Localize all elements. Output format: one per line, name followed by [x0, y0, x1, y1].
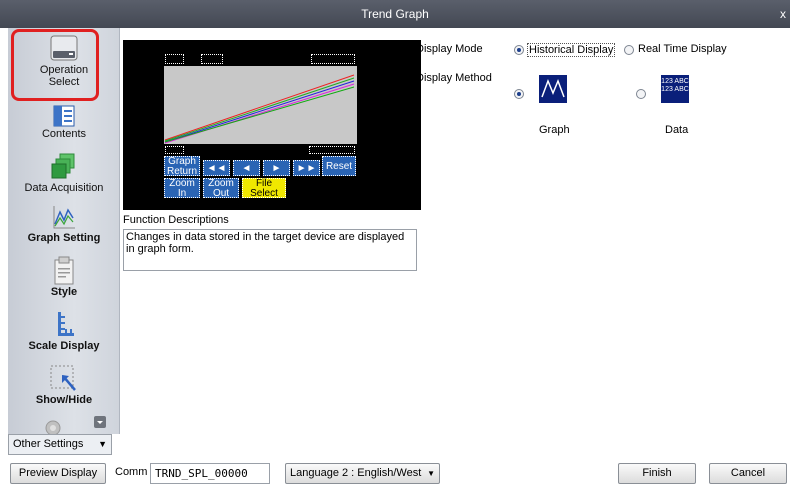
forward-fast-button[interactable]: ►► — [293, 160, 320, 176]
sidebar-item-label: Show/Hide — [35, 394, 93, 406]
footer-bar: Preview Display Comm TRND_SPL_00000 Lang… — [0, 456, 790, 488]
sidebar-item-scale-display[interactable]: Scale Display — [8, 310, 119, 352]
sidebar-item-style[interactable]: Style — [8, 256, 119, 298]
language-dropdown[interactable]: Language 2 : English/West ▼ — [285, 463, 440, 484]
rewind-fast-button[interactable]: ◄◄ — [203, 160, 230, 176]
data-icon-text: 123 ABC — [661, 86, 689, 93]
other-settings-label: Other Settings — [13, 438, 84, 450]
button-label: Select — [250, 188, 278, 199]
real-time-display-label[interactable]: Real Time Display — [638, 43, 727, 55]
sidebar-item-label: Scale Display — [28, 340, 100, 352]
sidebar-item-label: Data Acquisition — [24, 182, 104, 194]
scroll-down-button[interactable] — [94, 416, 106, 428]
gear-icon — [45, 420, 61, 434]
trend-graph-dialog: Trend Graph x Operation Select Contents — [0, 0, 790, 488]
scale-display-icon — [58, 312, 74, 336]
preview-placeholder — [309, 146, 355, 154]
close-button[interactable]: x — [780, 0, 786, 28]
sidebar-item-contents[interactable]: Contents — [8, 104, 119, 140]
forward-button[interactable]: ► — [263, 160, 290, 176]
sidebar-item-show-hide[interactable]: Show/Hide — [8, 364, 119, 406]
data-method-caption: Data — [665, 124, 689, 136]
button-label: Out — [212, 188, 230, 199]
function-descriptions-label: Function Descriptions — [123, 214, 229, 226]
contents-icon — [53, 105, 75, 127]
button-label: Return — [166, 166, 197, 177]
function-descriptions-text: Changes in data stored in the target dev… — [123, 229, 417, 271]
sidebar: Operation Select Contents Data Acquisiti… — [8, 28, 120, 434]
graph-method-caption: Graph — [539, 124, 570, 136]
zoom-in-button[interactable]: Zoom In — [164, 178, 200, 199]
preview-display-button[interactable]: Preview Display — [10, 463, 106, 484]
chevron-down-icon: ▼ — [98, 439, 107, 449]
graph-method-radio[interactable] — [514, 89, 524, 99]
sidebar-item-graph-setting[interactable]: Graph Setting — [8, 204, 119, 244]
data-method-radio[interactable] — [636, 89, 646, 99]
display-mode-label: Display Mode — [416, 43, 483, 55]
finish-button[interactable]: Finish — [618, 463, 696, 484]
preview-placeholder — [165, 54, 184, 64]
button-label: In — [177, 188, 187, 199]
historical-display-label[interactable]: Historical Display — [527, 43, 616, 57]
real-time-display-radio[interactable] — [624, 45, 634, 55]
comm-field[interactable]: TRND_SPL_00000 — [150, 463, 270, 484]
data-method-icon[interactable]: 123 ABC 123 ABC — [661, 75, 689, 103]
style-icon — [54, 256, 74, 285]
comm-label: Comm — [115, 466, 148, 478]
historical-display-radio[interactable] — [514, 45, 524, 55]
main-panel: Graph Return ◄◄ ◄ ► ►► Reset Zoom In Zoo… — [120, 28, 790, 456]
data-icon-text: 123 ABC — [661, 78, 689, 85]
graph-setting-icon — [53, 206, 75, 229]
preview-placeholder — [311, 54, 355, 64]
data-acquisition-icon — [51, 153, 75, 179]
trend-graph-preview: Graph Return ◄◄ ◄ ► ►► Reset Zoom In Zoo… — [123, 40, 421, 210]
language-label: Language 2 : English/West — [290, 467, 422, 479]
zoom-out-button[interactable]: Zoom Out — [203, 178, 239, 199]
sidebar-item-label: Graph Setting — [27, 232, 101, 244]
other-settings-dropdown[interactable]: Other Settings ▼ — [8, 434, 112, 455]
rewind-button[interactable]: ◄ — [233, 160, 260, 176]
display-method-label: Display Method — [416, 72, 492, 84]
sidebar-item-label: Style — [50, 286, 78, 298]
selection-highlight — [11, 29, 99, 101]
chevron-down-icon: ▼ — [427, 469, 435, 478]
graph-method-icon[interactable] — [539, 75, 567, 103]
sidebar-item-data-acquisition[interactable]: Data Acquisition — [8, 152, 119, 194]
sidebar-item-label: Contents — [41, 128, 87, 140]
show-hide-icon — [50, 365, 76, 391]
preview-placeholder — [201, 54, 223, 64]
preview-graph-area — [164, 66, 357, 144]
cancel-button[interactable]: Cancel — [709, 463, 787, 484]
graph-return-button[interactable]: Graph Return — [164, 156, 200, 177]
preview-placeholder — [165, 146, 184, 154]
title-bar: Trend Graph x — [0, 0, 790, 28]
window-title: Trend Graph — [361, 7, 429, 21]
chevron-down-icon — [97, 421, 103, 424]
file-select-button[interactable]: File Select — [242, 178, 286, 199]
reset-button[interactable]: Reset — [322, 156, 356, 176]
